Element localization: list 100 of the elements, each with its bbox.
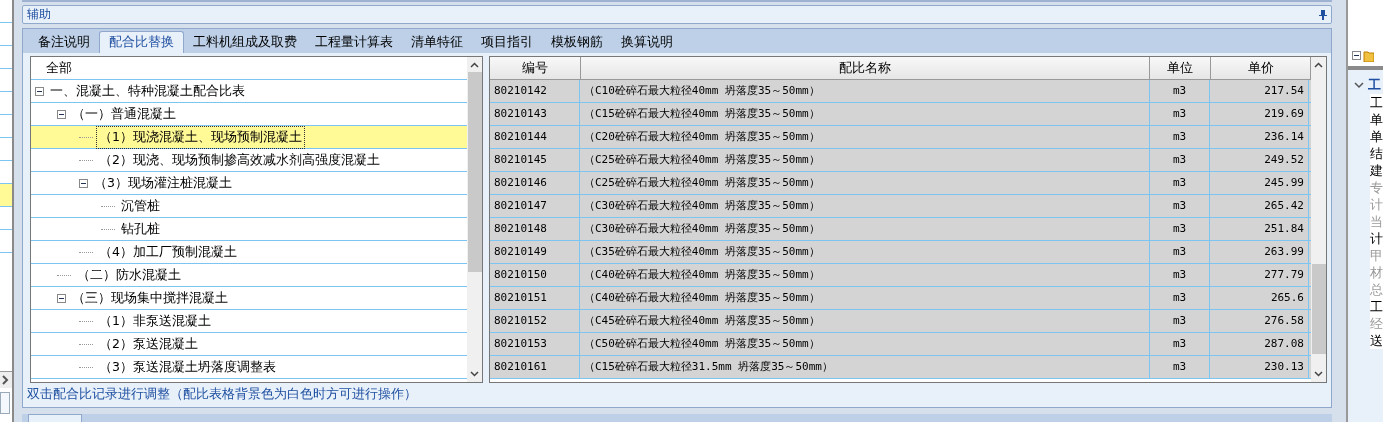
property-label: 结 [1370, 145, 1383, 162]
table-cell: m3 [1150, 310, 1210, 332]
table-cell: （C50砼碎石最大粒径40mm 坍落度35～50mm） [580, 333, 1150, 355]
table-cell: m3 [1150, 333, 1210, 355]
tab[interactable]: 工程量计算表 [306, 31, 402, 53]
tab[interactable]: 备注说明 [29, 31, 99, 53]
scrollbar-thumb[interactable] [467, 72, 482, 272]
pin-icon[interactable] [1319, 9, 1327, 20]
tab[interactable]: 模板钢筋 [542, 31, 612, 53]
table-cell: 80210144 [490, 126, 580, 148]
table-cell: （C10砼碎石最大粒径40mm 坍落度35～50mm） [580, 80, 1150, 102]
property-label: 送 [1370, 332, 1383, 349]
property-label: 专 [1370, 179, 1383, 196]
tab[interactable]: 换算说明 [612, 31, 682, 53]
property-label: 单 [1370, 111, 1383, 128]
property-label: 工 [1370, 94, 1383, 111]
tree-item[interactable]: 沉管桩 [31, 195, 467, 218]
column-header[interactable]: 单位 [1150, 57, 1212, 79]
table-cell: 80210153 [490, 333, 580, 355]
table-cell: 236.14 [1210, 126, 1309, 148]
table-cell: 265.42 [1210, 195, 1309, 217]
column-header[interactable]: 编号 [490, 57, 581, 79]
table-cell: （C40砼碎石最大粒径40mm 坍落度35～50mm） [580, 287, 1150, 309]
tab[interactable]: 工料机组成及取费 [184, 31, 306, 53]
table-cell: （C25砼碎石最大粒径40mm 坍落度35～50mm） [580, 172, 1150, 194]
table-cell: m3 [1150, 103, 1210, 125]
table-cell: 80210146 [490, 172, 580, 194]
table-cell: 251.84 [1210, 218, 1309, 240]
table-cell: 80210150 [490, 264, 580, 286]
collapse-icon[interactable] [57, 109, 66, 119]
table-cell: m3 [1150, 172, 1210, 194]
table-cell: m3 [1150, 126, 1210, 148]
hint-text: 双击配合比记录进行调整（配比表格背景色为白色时方可进行操作） [26, 385, 418, 403]
property-label: 单 [1370, 128, 1383, 145]
panel-title: 辅助 [27, 6, 51, 23]
table-cell: （C15砼碎石最大粒径31.5mm 坍落度35～50mm） [580, 356, 1150, 378]
collapse-icon[interactable] [35, 86, 44, 96]
tab[interactable]: 项目指引 [472, 31, 542, 53]
table-cell: 263.99 [1210, 241, 1309, 263]
group-header[interactable]: 工 [1368, 76, 1381, 94]
tree-item[interactable]: （2）现浇、现场预制掺高效减水剂高强度混凝土 [31, 149, 467, 172]
table-cell: 80210147 [490, 195, 580, 217]
table-cell: 219.69 [1210, 103, 1309, 125]
column-header[interactable]: 配比名称 [580, 57, 1151, 79]
table-cell: 80210161 [490, 356, 580, 378]
table-cell: 276.58 [1210, 310, 1309, 332]
table-cell: 265.6 [1210, 287, 1309, 309]
tree-item[interactable]: （1）现浇混凝土、现场预制混凝土 [31, 126, 467, 149]
table-cell: m3 [1150, 264, 1210, 286]
chevron-down-icon[interactable] [1354, 81, 1364, 89]
table-cell: 80210145 [490, 149, 580, 171]
table-cell: m3 [1150, 218, 1210, 240]
property-label: 建 [1370, 162, 1383, 179]
collapse-icon[interactable] [57, 293, 66, 303]
input-field[interactable] [0, 392, 10, 414]
tree-item[interactable]: 一、混凝土、特种混凝土配合比表 [31, 80, 467, 103]
tree-item[interactable]: （三）现场集中搅拌混凝土 [31, 287, 467, 310]
tree-item[interactable]: （1）非泵送混凝土 [31, 310, 467, 333]
tab[interactable]: 清单特征 [402, 31, 472, 53]
property-label: 工 [1370, 298, 1383, 315]
property-label: 计 [1370, 196, 1383, 213]
table-cell: 277.79 [1210, 264, 1309, 286]
property-label: 计 [1370, 230, 1383, 247]
table-cell: m3 [1150, 241, 1210, 263]
table-cell: 249.52 [1210, 149, 1309, 171]
tree-item[interactable]: 钻孔桩 [31, 218, 467, 241]
collapse-icon[interactable] [79, 178, 88, 188]
tree-item[interactable]: （3）泵送混凝土坍落度调整表 [31, 356, 467, 379]
property-label: 经 [1370, 315, 1383, 332]
table-cell: 80210152 [490, 310, 580, 332]
property-label: 甲 [1370, 247, 1383, 264]
tree-item[interactable]: （二）防水混凝土 [31, 264, 467, 287]
list-row[interactable] [0, 184, 12, 207]
tree-item[interactable]: （2）泵送混凝土 [31, 333, 467, 356]
tree-item[interactable]: （4）加工厂预制混凝土 [31, 241, 467, 264]
table-cell: m3 [1150, 195, 1210, 217]
table-cell: m3 [1150, 149, 1210, 171]
table-cell: 80210151 [490, 287, 580, 309]
table-cell: （C45砼碎石最大粒径40mm 坍落度35～50mm） [580, 310, 1150, 332]
property-label: 当 [1370, 213, 1383, 230]
scrollbar-thumb[interactable] [1311, 264, 1326, 354]
tree-item[interactable]: 全部 [31, 57, 467, 80]
table-cell: m3 [1150, 356, 1210, 378]
tab[interactable]: 配合比替换 [99, 31, 184, 53]
table-cell: 230.13 [1210, 356, 1309, 378]
table-cell: m3 [1150, 80, 1210, 102]
table-cell: 245.99 [1210, 172, 1309, 194]
table-cell: （C30砼碎石最大粒径40mm 坍落度35～50mm） [580, 218, 1150, 240]
table-cell: m3 [1150, 287, 1210, 309]
table-cell: （C15砼碎石最大粒径40mm 坍落度35～50mm） [580, 103, 1150, 125]
table-cell: 217.54 [1210, 80, 1309, 102]
table-cell: 80210149 [490, 241, 580, 263]
tree-item[interactable]: （3）现场灌注桩混凝土 [31, 172, 467, 195]
property-label: 材 [1370, 264, 1383, 281]
table-cell: （C40砼碎石最大粒径40mm 坍落度35～50mm） [580, 264, 1150, 286]
table-cell: 287.08 [1210, 333, 1309, 355]
table-cell: 80210142 [490, 80, 580, 102]
table-cell: （C25砼碎石最大粒径40mm 坍落度35～50mm） [580, 149, 1150, 171]
table-cell: （C20砼碎石最大粒径40mm 坍落度35～50mm） [580, 126, 1150, 148]
table-cell: （C30砼碎石最大粒径40mm 坍落度35～50mm） [580, 195, 1150, 217]
